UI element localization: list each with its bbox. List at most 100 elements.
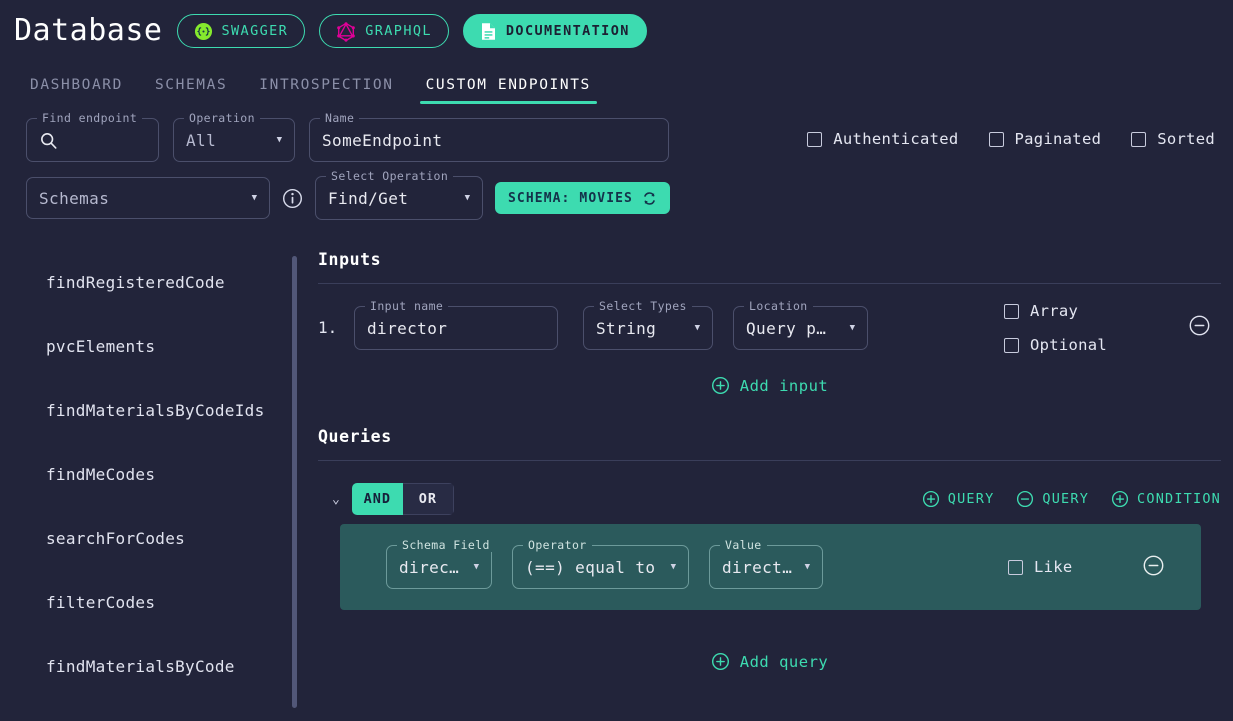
select-operation-value: Find/Get [328, 188, 409, 208]
select-operation-select[interactable]: Select Operation Find/Get ▼ [315, 169, 483, 220]
refresh-icon [642, 191, 657, 206]
input-name-value: director [367, 318, 448, 338]
input-flags: Array Optional [1004, 302, 1107, 354]
add-input-button[interactable]: Add input [318, 376, 1221, 395]
tab-introspection[interactable]: INTROSPECTION [243, 77, 409, 104]
add-condition-action-label: CONDITION [1137, 491, 1221, 507]
condition-row: Schema Field direct… ▼ Operator (==) equ… [340, 524, 1201, 610]
find-endpoint-label: Find endpoint [37, 111, 143, 125]
info-icon[interactable] [282, 188, 303, 209]
inputs-heading: Inputs [318, 250, 382, 269]
input-types-value: String [596, 318, 657, 338]
condition-value-value: direct… [722, 557, 793, 577]
operation-select[interactable]: Operation All ▼ [173, 111, 295, 162]
swagger-icon [194, 22, 213, 41]
list-item[interactable]: searchForCodes [0, 506, 298, 570]
select-operation-label: Select Operation [326, 169, 454, 183]
optional-label: Optional [1030, 336, 1108, 354]
graphql-button[interactable]: GRAPHQL [319, 14, 449, 48]
condition-operator-value: (==) equal to [525, 557, 656, 577]
condition-value-select[interactable]: Value direct… ▼ [709, 538, 823, 589]
like-label: Like [1034, 558, 1073, 576]
remove-query-action-label: QUERY [1042, 491, 1090, 507]
condition-operator-select[interactable]: Operator (==) equal to ▼ [512, 538, 689, 589]
name-label: Name [320, 111, 360, 125]
endpoint-toggles: Authenticated Paginated Sorted [807, 130, 1215, 148]
plus-circle-icon [711, 376, 730, 395]
divider [318, 283, 1221, 284]
schema-chip[interactable]: SCHEMA: MOVIES [495, 182, 670, 214]
array-checkbox[interactable]: Array [1004, 302, 1107, 320]
schemas-select[interactable]: Schemas ▼ [26, 177, 270, 219]
scrollbar-thumb[interactable] [292, 256, 297, 708]
chevron-down-icon: ▼ [464, 193, 470, 203]
checkbox-icon [1004, 337, 1019, 353]
chevron-down-icon: ▼ [849, 323, 855, 333]
list-item[interactable]: findMeCodes [0, 442, 298, 506]
checkbox-icon [807, 131, 823, 147]
list-item[interactable]: findMaterialsByCode [0, 634, 298, 698]
array-label: Array [1030, 302, 1079, 320]
operation-label: Operation [184, 111, 260, 125]
queries-heading: Queries [318, 427, 392, 446]
paginated-checkbox[interactable]: Paginated [988, 130, 1102, 148]
schema-chip-label: SCHEMA: MOVIES [508, 190, 633, 206]
checkbox-icon [1131, 131, 1147, 147]
chevron-down-icon: ▼ [251, 193, 257, 203]
input-types-label: Select Types [594, 299, 692, 313]
endpoint-list: findRegisteredCode pvcElements findMater… [0, 250, 298, 721]
list-item[interactable]: findMaterialsByCodeIds [0, 378, 298, 442]
swagger-button[interactable]: SWAGGER [176, 14, 306, 48]
input-row: 1. Input name director Select Types Stri… [318, 299, 1221, 354]
sidebar-scrollbar[interactable] [291, 250, 298, 721]
list-item[interactable]: findRegisteredCode [0, 250, 298, 314]
find-endpoint-input[interactable]: Find endpoint [26, 111, 159, 162]
optional-checkbox[interactable]: Optional [1004, 336, 1107, 354]
schema-field-select[interactable]: Schema Field direct… ▼ [386, 538, 495, 589]
app-header: Database SWAGGER GRAPHQL DOCUMENTATION [0, 0, 1233, 52]
tab-custom-endpoints[interactable]: CUSTOM ENDPOINTS [410, 77, 607, 104]
add-query-button[interactable]: Add query [318, 652, 1221, 671]
add-condition-action[interactable]: CONDITION [1111, 490, 1221, 508]
authenticated-checkbox[interactable]: Authenticated [807, 130, 958, 148]
plus-circle-icon [922, 490, 940, 508]
add-input-label: Add input [739, 376, 829, 395]
like-checkbox[interactable]: Like [1008, 558, 1073, 576]
condition-operator-label: Operator [523, 538, 592, 552]
chevron-down-icon: ▼ [694, 323, 700, 333]
plus-circle-icon [1111, 490, 1129, 508]
input-index: 1. [318, 318, 338, 337]
sorted-checkbox[interactable]: Sorted [1131, 130, 1215, 148]
search-icon [39, 131, 58, 150]
authenticated-label: Authenticated [833, 130, 959, 148]
paginated-label: Paginated [1014, 130, 1102, 148]
checkbox-icon [1004, 303, 1019, 319]
minus-circle-icon [1142, 554, 1165, 577]
chevron-down-icon: ▼ [804, 562, 810, 572]
add-query-label: Add query [739, 652, 829, 671]
remove-input-button[interactable] [1188, 314, 1211, 341]
name-field[interactable]: Name SomeEndpoint [309, 111, 669, 162]
graphql-icon [336, 21, 356, 42]
remove-condition-button[interactable] [1142, 554, 1165, 581]
tab-schemas[interactable]: SCHEMAS [139, 77, 243, 104]
documentation-button[interactable]: DOCUMENTATION [462, 14, 647, 48]
endpoint-form: Find endpoint Operation All ▼ Name SomeE… [0, 104, 1233, 220]
input-location-select[interactable]: Location Query p… ▼ [733, 299, 868, 350]
and-button[interactable]: AND [351, 483, 403, 515]
list-item[interactable]: filterCodes [0, 570, 298, 634]
endpoint-form-row-2: Schemas ▼ Select Operation Find/Get ▼ SC… [26, 169, 1233, 220]
chevron-down-icon[interactable]: ⌄ [332, 492, 340, 507]
checkbox-icon [1008, 559, 1023, 575]
chevron-down-icon: ▼ [670, 562, 676, 572]
list-item[interactable]: pvcElements [0, 314, 298, 378]
add-query-action[interactable]: QUERY [922, 490, 995, 508]
input-name-field[interactable]: Input name director [354, 299, 558, 350]
remove-query-action[interactable]: QUERY [1016, 490, 1089, 508]
query-actions: QUERY QUERY CONDITION [922, 490, 1221, 508]
minus-circle-icon [1016, 490, 1034, 508]
logic-operator-toggle: AND OR [351, 483, 454, 515]
input-types-select[interactable]: Select Types String ▼ [583, 299, 713, 350]
or-button[interactable]: OR [402, 483, 454, 515]
tab-dashboard[interactable]: DASHBOARD [14, 77, 139, 104]
